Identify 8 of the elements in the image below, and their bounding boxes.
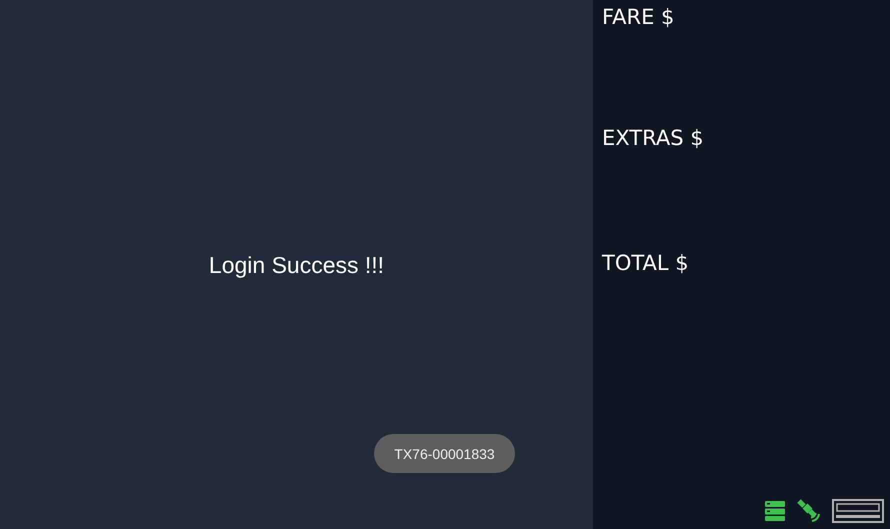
toast-notification: TX76-00001833	[374, 434, 515, 473]
fare-label: EXTRAS $	[602, 125, 705, 151]
fare-label: TOTAL $	[602, 250, 690, 276]
meter-icon	[832, 499, 884, 523]
server-icon	[764, 500, 786, 522]
satellite-icon	[796, 499, 822, 523]
login-message: Login Success !!!	[208, 252, 384, 278]
fare-label: FARE $	[602, 4, 676, 30]
